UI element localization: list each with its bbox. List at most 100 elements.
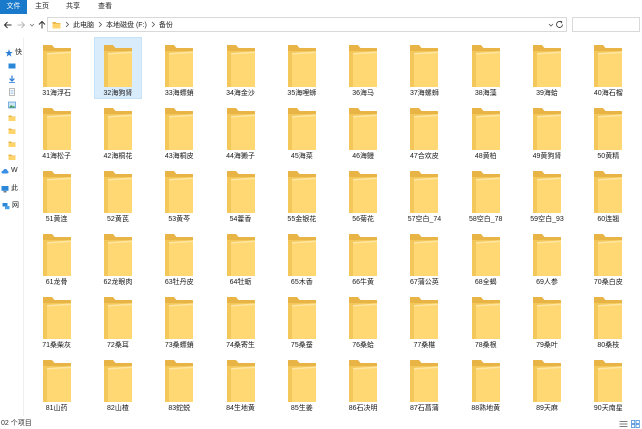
folder-item[interactable]: 40海石榴 (584, 37, 632, 99)
folder-item[interactable]: 49黄狗肾 (523, 100, 571, 162)
details-view-button[interactable] (619, 420, 628, 428)
back-button[interactable] (3, 20, 13, 30)
folder-item[interactable]: 51黄连 (33, 163, 81, 225)
folder-item[interactable]: 90天南星 (584, 352, 632, 414)
folder-item[interactable]: 46海鳗 (339, 100, 387, 162)
folder-item[interactable]: 41海松子 (33, 100, 81, 162)
folder-item[interactable]: 47合欢皮 (400, 100, 448, 162)
folder-item[interactable]: 32海狗肾 (93, 37, 142, 99)
folder-item[interactable]: 52黄芪 (94, 163, 142, 225)
folder-item[interactable]: 86石决明 (339, 352, 387, 414)
tab-share[interactable]: 共享 (61, 0, 85, 14)
folder-item[interactable]: 55金银花 (278, 163, 326, 225)
folder-item[interactable]: 78桑根 (462, 289, 510, 351)
folder-item[interactable]: 77桑椹 (400, 289, 448, 351)
folder-item[interactable]: 63牡丹皮 (155, 226, 203, 288)
folder-item[interactable]: 36海马 (339, 37, 387, 99)
nav-item[interactable] (0, 61, 22, 71)
folder-item[interactable]: 34海金沙 (217, 37, 265, 99)
nav-item[interactable] (0, 126, 22, 136)
forward-button[interactable] (16, 20, 26, 30)
nav-item[interactable] (0, 152, 22, 162)
folder-item[interactable]: 56菊花 (339, 163, 387, 225)
folder-item[interactable]: 81山药 (33, 352, 81, 414)
folder-item[interactable]: 84生地黄 (217, 352, 265, 414)
breadcrumb-chevron-icon[interactable] (65, 21, 70, 28)
folder-item[interactable]: 59空白_93 (523, 163, 571, 225)
tab-file[interactable]: 文件 (0, 0, 27, 14)
folder-item[interactable]: 75桑蚕 (278, 289, 326, 351)
folder-item[interactable]: 35海哩蛳 (278, 37, 326, 99)
folder-label: 86石决明 (348, 405, 378, 412)
address-bar[interactable]: 此电脑 本地磁盘 (F:) 备份 (47, 17, 567, 32)
nav-item[interactable]: W (0, 166, 22, 176)
nav-item[interactable]: 网 (0, 201, 22, 211)
folder-icon (471, 233, 501, 277)
breadcrumb-chevron-icon[interactable] (151, 21, 156, 28)
folder-item[interactable]: 53黄芩 (155, 163, 203, 225)
folder-item[interactable]: 68全蝎 (462, 226, 510, 288)
search-input[interactable] (572, 17, 640, 32)
folder-item[interactable]: 33海螵蛸 (155, 37, 203, 99)
folder-item[interactable]: 62龙眼肉 (94, 226, 142, 288)
nav-item[interactable] (0, 100, 22, 110)
nav-item[interactable] (0, 87, 22, 97)
folder-item[interactable]: 57空白_74 (400, 163, 448, 225)
breadcrumb-chevron-icon[interactable] (98, 21, 103, 28)
folder-icon (471, 359, 501, 403)
breadcrumb-this-pc[interactable]: 此电脑 (73, 20, 94, 30)
folder-item[interactable]: 69人参 (523, 226, 571, 288)
pane-splitter[interactable] (23, 38, 24, 416)
folder-item[interactable]: 64牡蛎 (217, 226, 265, 288)
arrow-right-icon (17, 21, 26, 29)
folder-item[interactable]: 31海浮石 (33, 37, 81, 99)
folder-item[interactable]: 60连翘 (584, 163, 632, 225)
folder-item[interactable]: 65木香 (278, 226, 326, 288)
folder-item[interactable]: 48黄柏 (462, 100, 510, 162)
folder-item[interactable]: 37海螺蛳 (400, 37, 448, 99)
refresh-button[interactable] (555, 20, 564, 31)
folder-item[interactable]: 44海獭子 (217, 100, 265, 162)
folder-item[interactable]: 54藿香 (217, 163, 265, 225)
breadcrumb-current-folder[interactable]: 备份 (159, 20, 173, 30)
folder-item[interactable]: 76桑蛤 (339, 289, 387, 351)
nav-item[interactable] (0, 139, 22, 149)
up-button[interactable] (37, 20, 47, 30)
folder-item[interactable]: 89天麻 (523, 352, 571, 414)
folder-item[interactable]: 87石菖蒲 (400, 352, 448, 414)
folder-item[interactable]: 88熟地黄 (462, 352, 510, 414)
folder-item[interactable]: 71桑柴灰 (33, 289, 81, 351)
folder-item[interactable]: 42海桐花 (94, 100, 142, 162)
folder-item[interactable]: 66牛黄 (339, 226, 387, 288)
folder-item[interactable]: 85生姜 (278, 352, 326, 414)
folder-label: 74桑寄生 (226, 342, 255, 349)
breadcrumb-local-disk[interactable]: 本地磁盘 (F:) (106, 20, 147, 30)
folder-item[interactable]: 70桑白皮 (584, 226, 632, 288)
tab-view[interactable]: 查看 (93, 0, 117, 14)
folder-icon (164, 107, 194, 151)
nav-item[interactable]: 此 (0, 184, 22, 194)
folder-item[interactable]: 38海藻 (462, 37, 510, 99)
folder-item[interactable]: 72桑耳 (94, 289, 142, 351)
folder-item[interactable]: 67蒲公英 (400, 226, 448, 288)
folder-item[interactable]: 43海桐皮 (155, 100, 203, 162)
nav-item[interactable]: 快 (0, 48, 22, 58)
folder-icon (532, 359, 562, 403)
folder-item[interactable]: 50黄精 (584, 100, 632, 162)
nav-item[interactable] (0, 74, 22, 84)
tab-home[interactable]: 主页 (30, 0, 54, 14)
folder-item[interactable]: 82山楂 (94, 352, 142, 414)
folder-item[interactable]: 74桑寄生 (217, 289, 265, 351)
address-dropdown-button[interactable] (548, 22, 554, 30)
folder-item[interactable]: 45海菜 (278, 100, 326, 162)
folder-item[interactable]: 61龙骨 (33, 226, 81, 288)
nav-item[interactable] (0, 113, 22, 123)
folder-item[interactable]: 73桑螵蛸 (155, 289, 203, 351)
folder-item[interactable]: 39海蛤 (523, 37, 571, 99)
recent-locations-button[interactable] (29, 22, 35, 28)
folder-item[interactable]: 80桑枝 (584, 289, 632, 351)
folder-item[interactable]: 58空白_78 (462, 163, 510, 225)
folder-item[interactable]: 79桑叶 (523, 289, 571, 351)
folder-item[interactable]: 83蛇蜕 (155, 352, 203, 414)
large-icons-view-button[interactable] (631, 420, 640, 428)
